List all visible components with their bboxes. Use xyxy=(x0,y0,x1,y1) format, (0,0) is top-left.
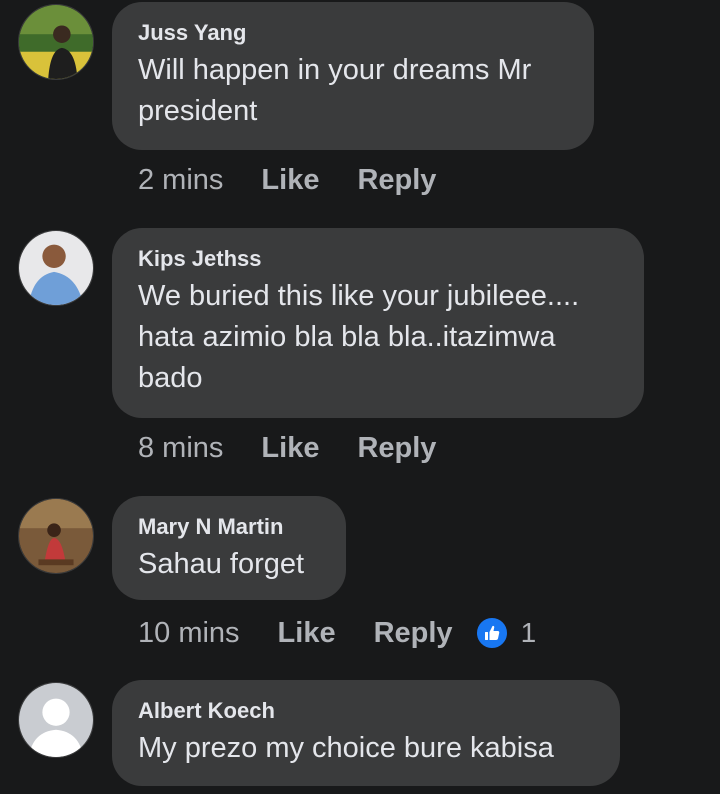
reply-button[interactable]: Reply xyxy=(357,432,436,465)
comment-text: Will happen in your dreams Mr president xyxy=(138,54,532,127)
comment-bubble: Kips Jethss We buried this like your jub… xyxy=(112,228,644,418)
profile-photo-icon xyxy=(19,5,93,79)
avatar[interactable] xyxy=(18,230,94,306)
profile-photo-icon xyxy=(19,499,93,573)
comment-bubble: Juss Yang Will happen in your dreams Mr … xyxy=(112,2,594,150)
comment-text: We buried this like your jubileee.... ha… xyxy=(138,280,580,394)
comment-author[interactable]: Juss Yang xyxy=(138,20,568,46)
like-button[interactable]: Like xyxy=(278,617,336,650)
comment-author[interactable]: Albert Koech xyxy=(138,698,594,724)
comment-bubble: Albert Koech My prezo my choice bure kab… xyxy=(112,680,620,786)
comment-actions: 2 mins Like Reply xyxy=(138,164,436,197)
comment-timestamp[interactable]: 8 mins xyxy=(138,432,223,465)
thumbs-up-icon xyxy=(474,616,509,650)
avatar[interactable] xyxy=(18,498,94,574)
reply-button[interactable]: Reply xyxy=(357,164,436,197)
comment-actions: 10 mins Like Reply 1 xyxy=(138,616,536,650)
reaction-count: 1 xyxy=(520,617,537,648)
comment-timestamp[interactable]: 10 mins xyxy=(138,617,240,650)
default-profile-icon xyxy=(19,683,93,757)
reply-button[interactable]: Reply xyxy=(374,617,453,650)
avatar[interactable] xyxy=(18,4,94,80)
like-button[interactable]: Like xyxy=(261,164,319,197)
comment-text: Sahau forget xyxy=(138,548,305,580)
comment-timestamp[interactable]: 2 mins xyxy=(138,164,223,197)
comment-bubble: Mary N Martin Sahau forget xyxy=(112,496,346,600)
like-button[interactable]: Like xyxy=(261,432,319,465)
comment-text: My prezo my choice bure kabisa xyxy=(138,732,554,764)
avatar[interactable] xyxy=(18,682,94,758)
reaction-summary[interactable]: 1 xyxy=(474,616,537,650)
comment-actions: 8 mins Like Reply xyxy=(138,432,436,465)
comment-author[interactable]: Mary N Martin xyxy=(138,514,320,540)
profile-photo-icon xyxy=(19,231,93,305)
comment-author[interactable]: Kips Jethss xyxy=(138,246,618,272)
